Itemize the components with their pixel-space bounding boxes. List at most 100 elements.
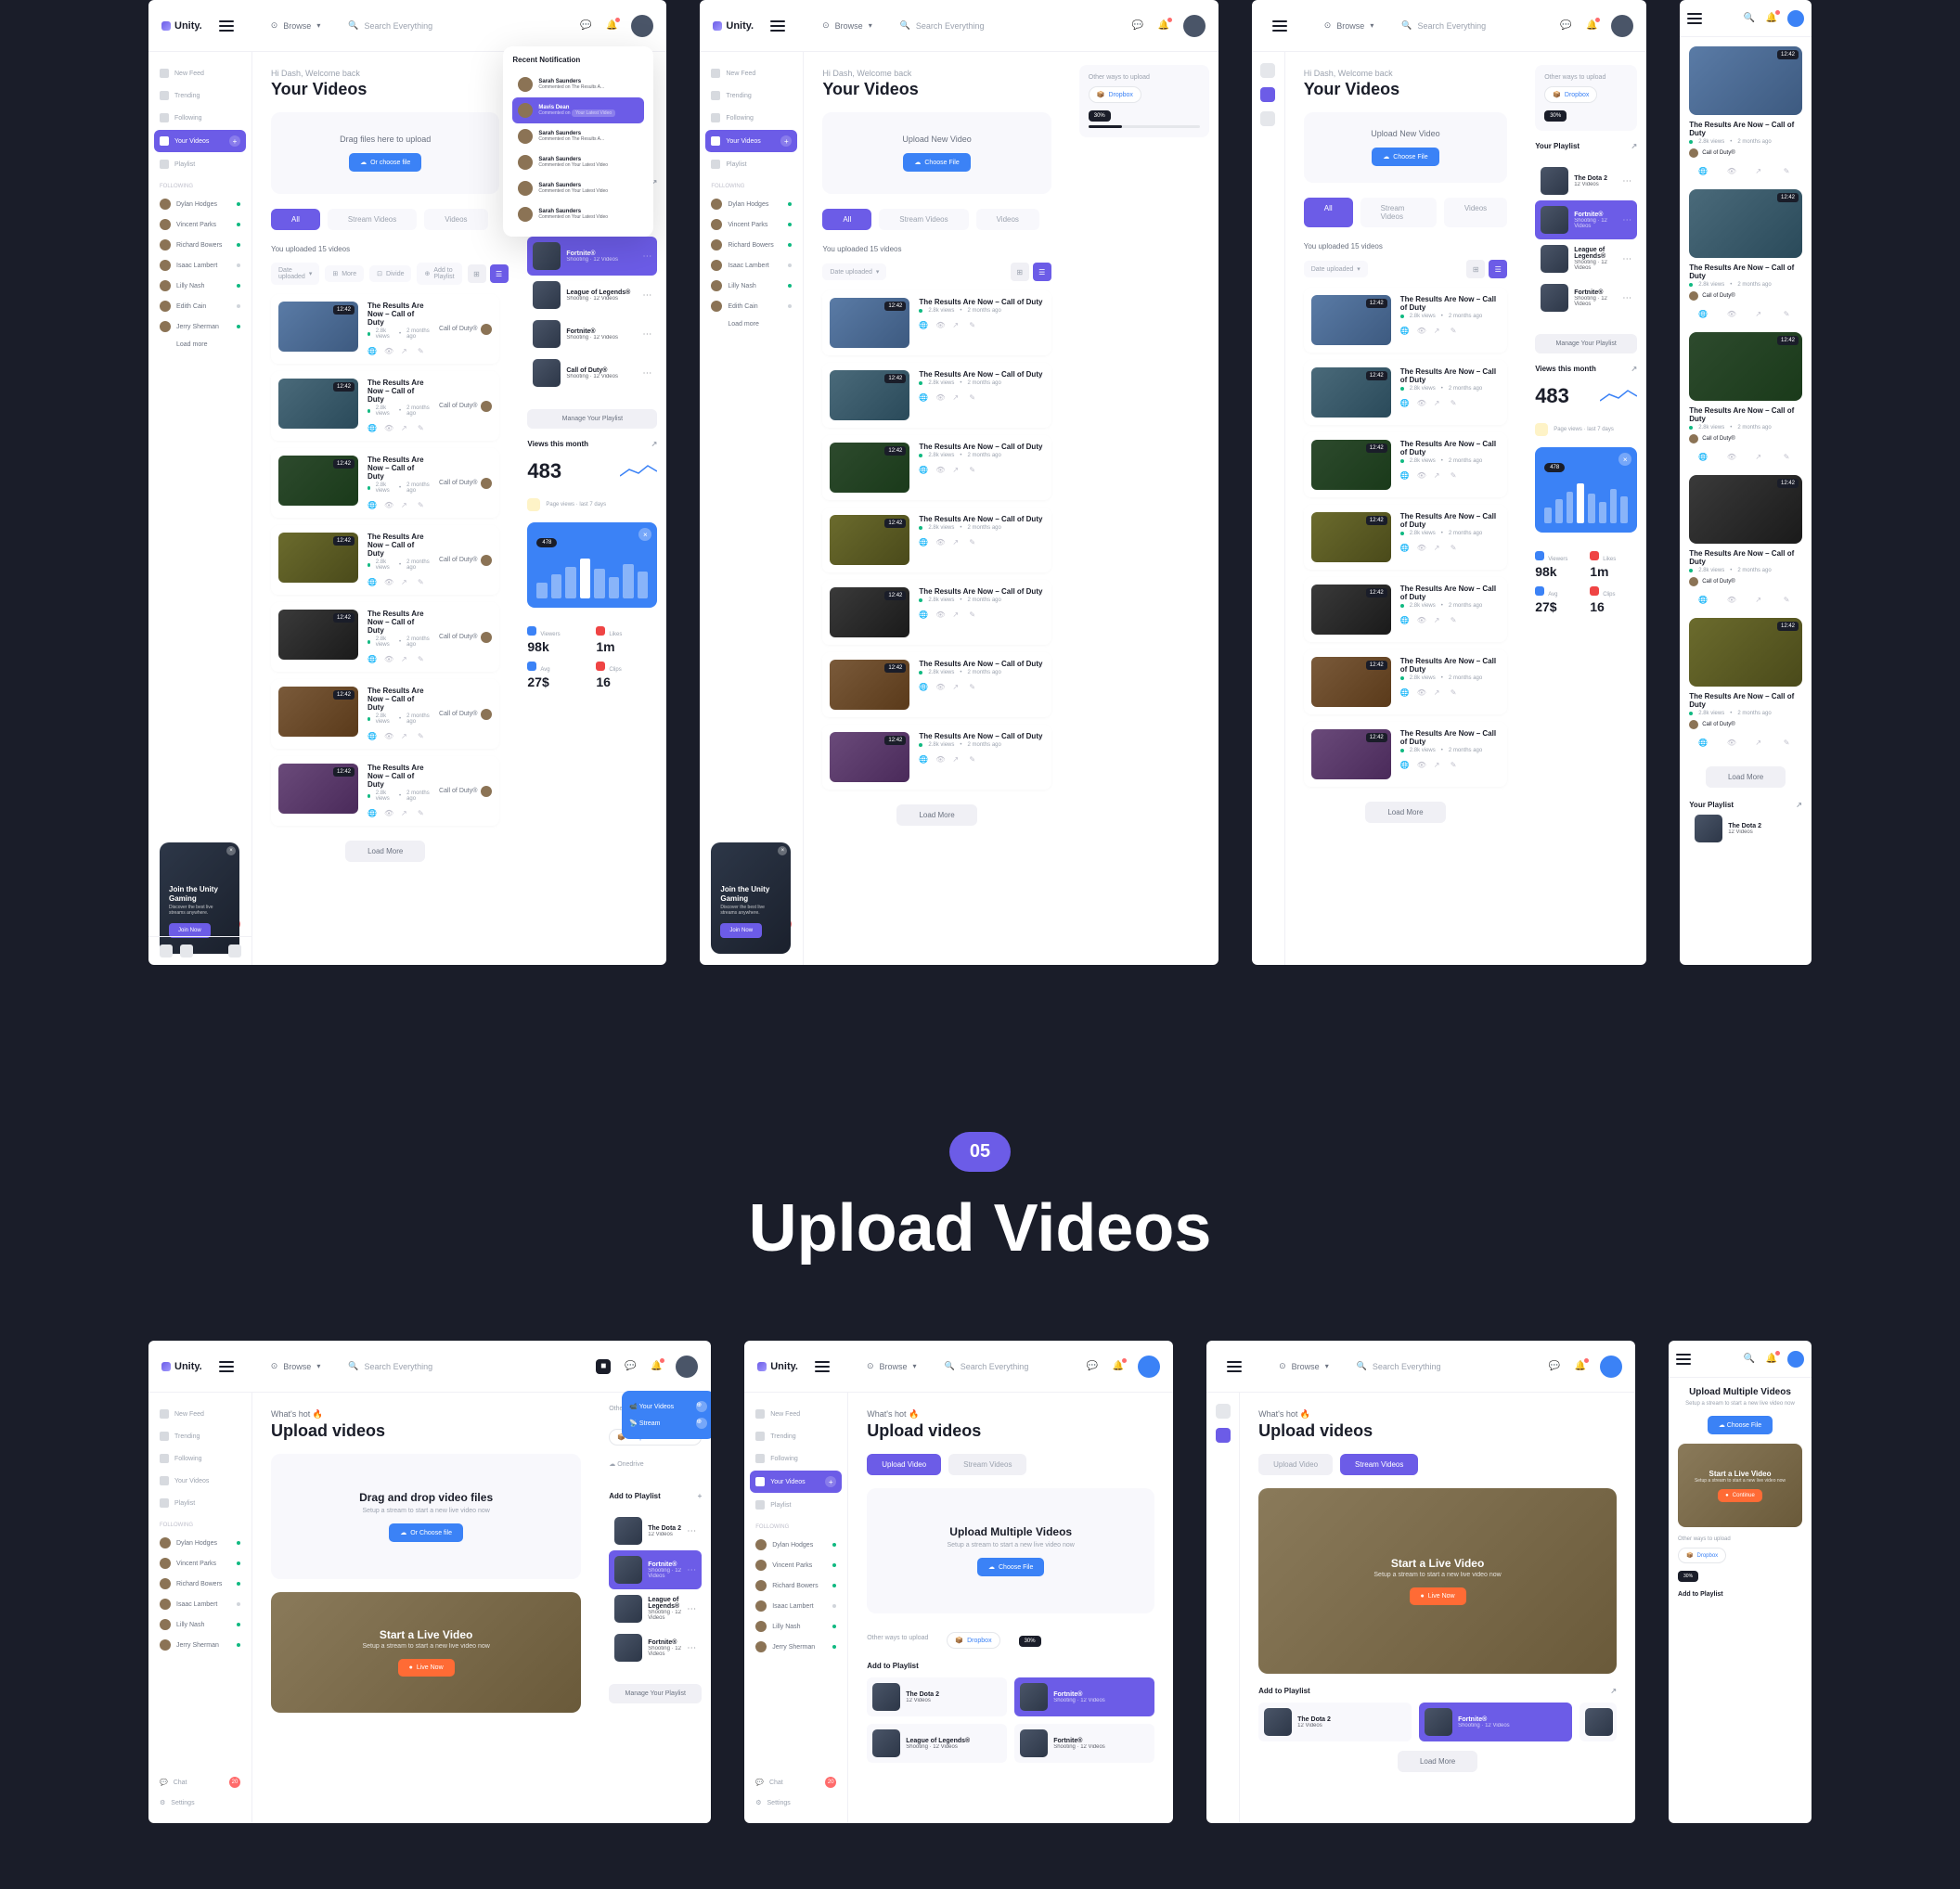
edit-icon[interactable]: ✎ xyxy=(418,501,427,510)
globe-icon[interactable]: 🌐 xyxy=(1400,761,1410,770)
sidebar-friend[interactable]: Richard Bowers xyxy=(148,236,251,254)
globe-icon[interactable]: 🌐 xyxy=(1698,167,1708,176)
more-icon[interactable]: ⋯ xyxy=(687,1604,696,1614)
sidebar-friend[interactable]: Vincent Parks xyxy=(700,215,803,234)
eye-icon[interactable]: 👁 xyxy=(935,393,945,403)
tab-upload[interactable]: Upload Video xyxy=(867,1454,941,1475)
video-thumbnail[interactable]: 12:42 xyxy=(1311,729,1391,779)
filter-date[interactable]: Date uploaded ▾ xyxy=(822,263,886,280)
video-card[interactable]: 12:42 The Results Are Now – Call of Duty… xyxy=(1689,189,1802,323)
video-card[interactable]: 12:42 The Results Are Now – Call of Duty… xyxy=(1304,722,1507,787)
video-thumbnail[interactable]: 12:42 xyxy=(1689,332,1802,401)
notif-item[interactable]: Sarah SaundersCommented on The Results A… xyxy=(512,71,644,97)
sidebar-item[interactable]: New Feed xyxy=(148,63,251,84)
sidebar-friend[interactable]: Isaac Lambert xyxy=(148,256,251,275)
video-thumbnail[interactable]: 12:42 xyxy=(1311,440,1391,490)
more-icon[interactable]: ⋯ xyxy=(642,251,651,262)
globe-icon[interactable]: 🌐 xyxy=(1400,688,1410,698)
edit-icon[interactable]: ✎ xyxy=(1784,310,1793,319)
video-thumbnail[interactable]: 12:42 xyxy=(1689,46,1802,115)
edit-icon[interactable]: ✎ xyxy=(969,321,978,330)
sidebar-item[interactable]: Playlist xyxy=(700,154,803,174)
globe-icon[interactable]: 🌐 xyxy=(368,655,377,664)
share-icon[interactable]: ↗ xyxy=(401,655,410,664)
globe-icon[interactable]: 🌐 xyxy=(1698,453,1708,462)
notif-item[interactable]: Sarah SaundersCommented on Your Latest V… xyxy=(512,149,644,175)
edit-icon[interactable]: ✎ xyxy=(1451,544,1460,553)
tab-videos[interactable]: Videos xyxy=(976,209,1039,230)
game-tag[interactable]: Call of Duty® xyxy=(439,302,492,356)
video-card[interactable]: 12:42 The Results Are Now – Call of Duty… xyxy=(1304,649,1507,714)
more-icon[interactable]: ⋯ xyxy=(642,368,651,379)
globe-icon[interactable]: 🌐 xyxy=(919,321,928,330)
close-icon[interactable]: × xyxy=(226,846,236,855)
playlist-item[interactable]: Fortnite®Shooting · 12 Videos⋯ xyxy=(1535,200,1637,239)
globe-icon[interactable]: 🌐 xyxy=(919,538,928,547)
video-thumbnail[interactable]: 12:42 xyxy=(830,732,909,782)
video-card[interactable]: 12:42 The Results Are Now – Call of Duty… xyxy=(271,525,499,595)
avatar[interactable] xyxy=(1183,15,1206,37)
tab-stream[interactable]: Stream Videos xyxy=(879,209,968,230)
more-icon[interactable]: ⋯ xyxy=(687,1526,696,1536)
menu-icon[interactable] xyxy=(219,20,234,32)
video-card[interactable]: 12:42 The Results Are Now – Call of Duty… xyxy=(1689,332,1802,466)
globe-icon[interactable]: 🌐 xyxy=(368,501,377,510)
plus-icon[interactable]: + xyxy=(229,135,240,147)
load-more-button[interactable]: Load More xyxy=(1365,802,1445,823)
notif-item[interactable]: Sarah SaundersCommented on Your Latest V… xyxy=(512,201,644,227)
video-thumbnail[interactable]: 12:42 xyxy=(1689,189,1802,258)
sidebar-load-more[interactable]: Load more xyxy=(700,317,803,331)
eye-icon[interactable]: 👁 xyxy=(1417,688,1426,698)
sidebar-load-more[interactable]: Load more xyxy=(148,338,251,352)
video-thumbnail[interactable]: 12:42 xyxy=(1311,512,1391,562)
video-thumbnail[interactable]: 12:42 xyxy=(278,379,358,429)
filter-more[interactable]: ⊞ More xyxy=(325,265,364,282)
playlist-item[interactable]: The Dota 212 Videos⋯ xyxy=(1535,161,1637,200)
menu-icon[interactable] xyxy=(770,20,785,32)
share-icon[interactable]: ↗ xyxy=(401,424,410,433)
live-banner[interactable]: Start a Live Video Setup a stream to sta… xyxy=(1678,1444,1802,1527)
join-button[interactable]: Join Now xyxy=(720,923,762,938)
eye-icon[interactable]: 👁 xyxy=(1727,596,1736,605)
close-icon[interactable]: × xyxy=(778,846,787,855)
live-now-button[interactable]: ● Live Now xyxy=(1410,1587,1466,1605)
video-card[interactable]: 12:42 The Results Are Now – Call of Duty… xyxy=(1689,618,1802,752)
sidebar-item[interactable]: Trending xyxy=(148,85,251,106)
live-banner[interactable]: Start a Live Video Setup a stream to sta… xyxy=(271,1592,581,1713)
video-card[interactable]: 12:42 The Results Are Now – Call of Duty… xyxy=(822,363,1051,428)
sidebar-item[interactable]: Playlist xyxy=(148,154,251,174)
globe-icon[interactable]: 🌐 xyxy=(1400,544,1410,553)
game-tag[interactable]: Call of Duty® xyxy=(439,533,492,587)
edit-icon[interactable]: ✎ xyxy=(1451,761,1460,770)
playlist-item[interactable]: Fortnite®Shooting · 12 Videos⋯ xyxy=(609,1628,702,1667)
eye-icon[interactable]: 👁 xyxy=(1417,471,1426,481)
sidebar-friend[interactable]: Isaac Lambert xyxy=(700,256,803,275)
bell-icon[interactable]: 🔔 xyxy=(1157,19,1170,32)
game-tag[interactable]: Call of Duty® xyxy=(439,456,492,510)
edit-icon[interactable]: ✎ xyxy=(1784,596,1793,605)
playlist-item[interactable]: League of Legends®Shooting · 12 Videos⋯ xyxy=(1535,239,1637,278)
edit-icon[interactable]: ✎ xyxy=(418,655,427,664)
eye-icon[interactable]: 👁 xyxy=(384,578,393,587)
choose-file-button[interactable]: ☁ Choose File xyxy=(903,153,970,172)
more-icon[interactable]: ⋯ xyxy=(1622,293,1631,303)
sidebar-item[interactable]: Following xyxy=(148,108,251,128)
eye-icon[interactable]: 👁 xyxy=(384,424,393,433)
edit-icon[interactable]: ✎ xyxy=(418,732,427,741)
video-card[interactable]: 12:42 The Results Are Now – Call of Duty… xyxy=(822,725,1051,790)
eye-icon[interactable]: 👁 xyxy=(935,538,945,547)
sidebar-friend[interactable]: Lilly Nash xyxy=(148,276,251,295)
logo[interactable]: Unity. xyxy=(713,20,754,32)
share-icon[interactable]: ↗ xyxy=(952,321,961,330)
share-icon[interactable]: ↗ xyxy=(401,501,410,510)
globe-icon[interactable]: 🌐 xyxy=(368,732,377,741)
sidebar-icon[interactable] xyxy=(1260,111,1275,126)
video-thumbnail[interactable]: 12:42 xyxy=(1689,475,1802,544)
video-thumbnail[interactable]: 12:42 xyxy=(1311,295,1391,345)
close-icon[interactable]: × xyxy=(638,528,651,541)
more-icon[interactable]: ⋯ xyxy=(642,290,651,301)
playlist-item[interactable]: Fortnite®Shooting · 12 Videos⋯ xyxy=(527,315,657,353)
sidebar-friend[interactable]: Vincent Parks xyxy=(148,215,251,234)
edit-icon[interactable]: ✎ xyxy=(1451,616,1460,625)
share-icon[interactable]: ↗ xyxy=(952,683,961,692)
